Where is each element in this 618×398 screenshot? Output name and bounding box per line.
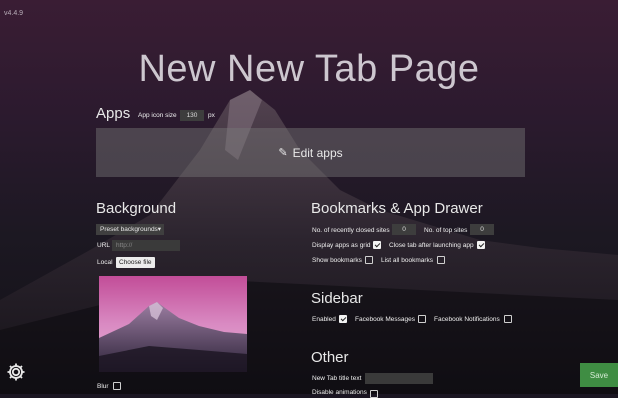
edit-apps-button[interactable]: ✎ Edit apps	[96, 128, 525, 177]
choose-file-button[interactable]: Choose file	[116, 257, 155, 268]
disable-animations-checkbox[interactable]	[370, 390, 378, 398]
display-grid-checkbox[interactable]	[373, 241, 381, 249]
sidebar-enabled-label: Enabled	[312, 316, 336, 323]
disable-animations-label: Disable animations	[312, 389, 367, 396]
sidebar-enabled-checkbox[interactable]	[339, 315, 347, 323]
recently-closed-input[interactable]: 0	[392, 224, 416, 235]
chevron-down-icon: ▾	[157, 226, 161, 233]
list-all-label: List all bookmarks	[381, 257, 434, 264]
icon-size-input[interactable]: 130	[180, 110, 204, 121]
url-input[interactable]: http://	[112, 240, 180, 251]
title-text-label: New Tab title text	[312, 375, 362, 382]
top-sites-input[interactable]: 0	[470, 224, 494, 235]
pencil-icon: ✎	[278, 147, 288, 159]
fb-messages-label: Facebook Messages	[355, 316, 415, 323]
apps-heading: Apps	[96, 105, 131, 122]
fb-notifications-checkbox[interactable]	[504, 315, 512, 323]
blur-checkbox[interactable]	[113, 382, 121, 390]
show-bookmarks-checkbox[interactable]	[365, 256, 373, 264]
preset-backgrounds-select[interactable]: Preset backgrounds ▾	[96, 224, 164, 235]
close-tab-label: Close tab after launching app	[389, 242, 474, 249]
other-heading: Other	[311, 349, 349, 366]
save-button[interactable]: Save	[580, 363, 618, 387]
icon-size-unit: px	[208, 112, 215, 119]
title-text-input[interactable]	[365, 373, 433, 384]
show-bookmarks-label: Show bookmarks	[312, 257, 362, 264]
gear-icon[interactable]	[6, 362, 26, 382]
list-all-checkbox[interactable]	[437, 256, 445, 264]
display-grid-label: Display apps as grid	[312, 242, 371, 249]
preset-backgrounds-label: Preset backgrounds	[100, 226, 158, 233]
edit-apps-label: Edit apps	[292, 145, 343, 160]
background-heading: Background	[96, 200, 177, 217]
page-title: New New Tab Page	[138, 48, 480, 90]
fb-notifications-label: Facebook Notifications	[434, 316, 500, 323]
icon-size-label: App icon size	[138, 112, 177, 119]
local-label: Local	[97, 259, 113, 266]
version-label: v4.4.9	[4, 10, 24, 17]
url-label: URL	[97, 242, 111, 249]
fb-messages-checkbox[interactable]	[418, 315, 426, 323]
close-tab-checkbox[interactable]	[477, 241, 485, 249]
sidebar-heading: Sidebar	[311, 290, 363, 307]
top-sites-label: No. of top sites	[424, 227, 468, 234]
bookmarks-heading: Bookmarks & App Drawer	[311, 200, 483, 217]
blur-label: Blur	[97, 383, 109, 390]
background-preview	[99, 276, 247, 372]
recently-closed-label: No. of recently closed sites	[312, 227, 390, 234]
